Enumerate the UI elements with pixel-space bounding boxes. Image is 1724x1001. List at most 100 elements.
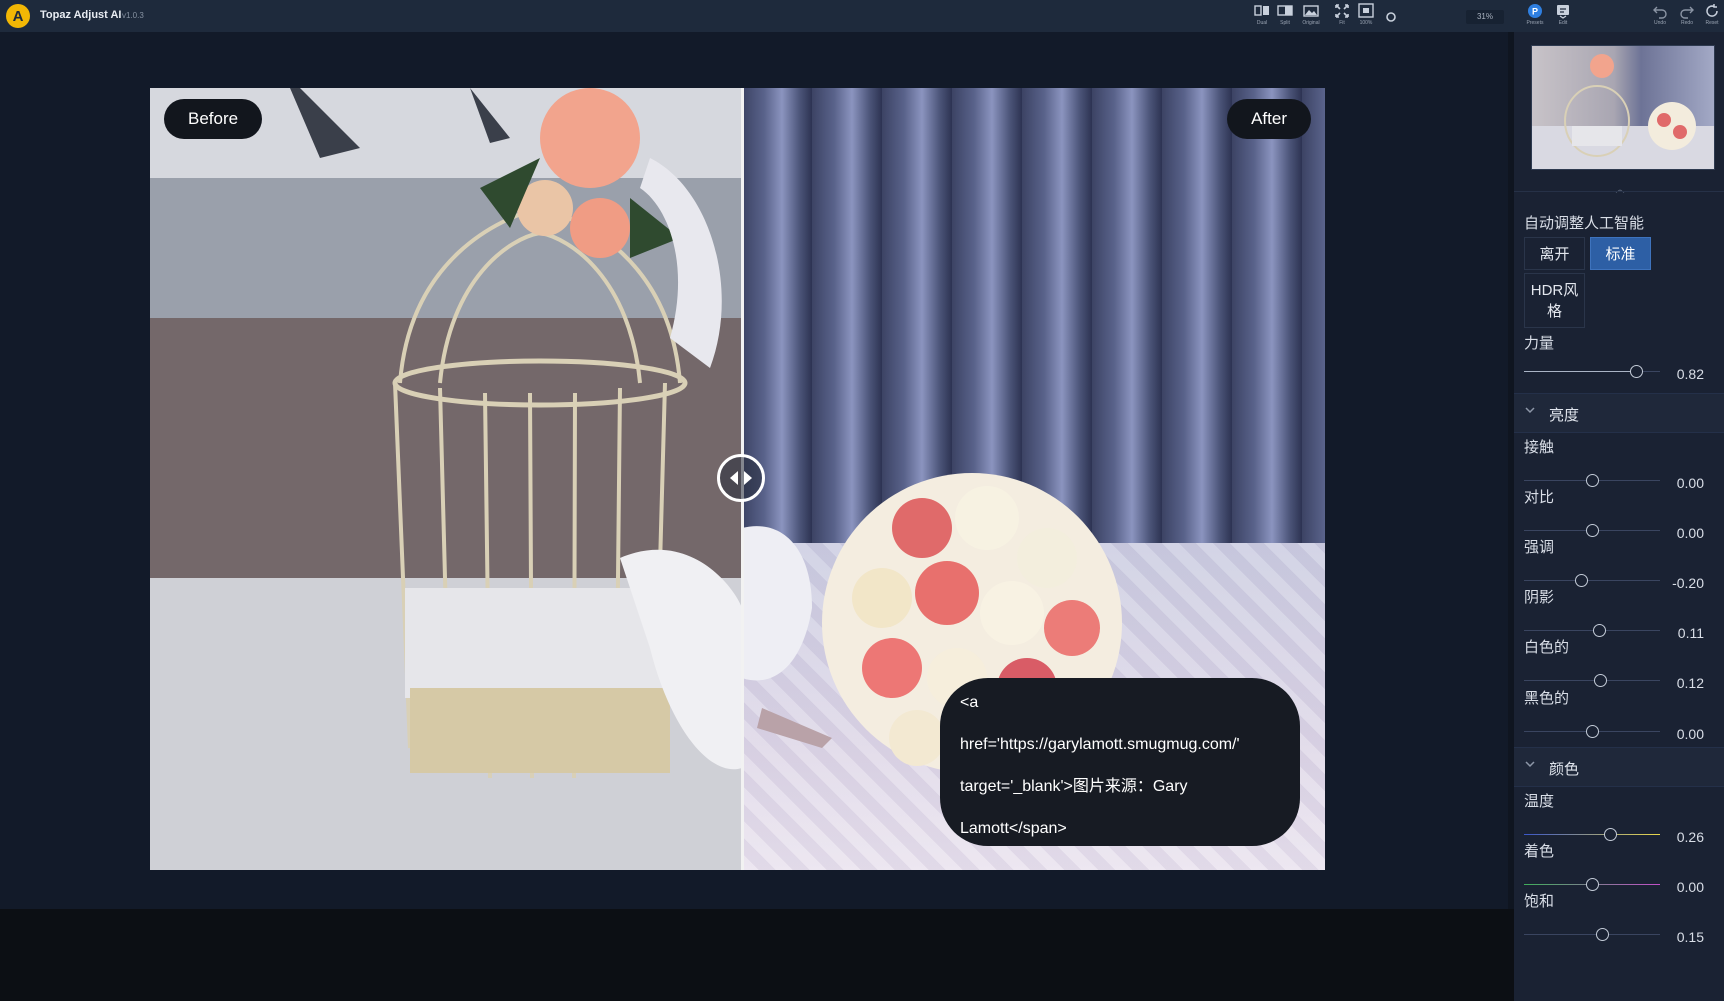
dual-view-label: Dual — [1256, 20, 1268, 26]
topaz-logo-icon: A — [6, 4, 30, 28]
auto-adjust-ai-title: 自动调整人工智能 — [1524, 215, 1645, 232]
redo-button[interactable]: Redo — [1675, 3, 1699, 30]
slider-track[interactable] — [1524, 624, 1660, 637]
undo-label: Undo — [1654, 20, 1666, 26]
reset-icon — [1706, 4, 1718, 17]
reset-button[interactable]: Reset — [1700, 3, 1724, 30]
mode-standard-button[interactable]: 标准 — [1590, 237, 1651, 270]
slider-label: 对比 — [1524, 489, 1555, 506]
slider-thumb[interactable] — [1595, 928, 1609, 941]
split-view-label: Split — [1280, 20, 1290, 26]
chevron-down-icon — [1525, 407, 1535, 414]
slider-track[interactable] — [1524, 674, 1660, 687]
image-credit-tooltip: <a href='https://garylamott.smugmug.com/… — [940, 678, 1300, 846]
split-arrows-icon — [730, 471, 752, 485]
dual-view-button[interactable]: Dual — [1250, 3, 1274, 30]
slider-value[interactable]: 0.12 — [1664, 675, 1704, 692]
slider-value[interactable]: 0.00 — [1664, 475, 1704, 492]
brightness-section-title: 亮度 — [1549, 407, 1580, 424]
original-view-button[interactable]: Original — [1299, 3, 1323, 30]
slider-thumb[interactable] — [1575, 574, 1589, 587]
slider-track[interactable] — [1524, 474, 1660, 487]
slider-label: 接触 — [1524, 439, 1555, 456]
redo-label: Redo — [1681, 20, 1693, 26]
slider-label: 黑色的 — [1524, 690, 1570, 707]
slider-label: 强调 — [1524, 539, 1555, 556]
before-image: Before — [150, 88, 742, 870]
slider-label: 饱和 — [1524, 893, 1555, 910]
presets-icon: P — [1528, 4, 1542, 18]
slider-value[interactable]: 0.26 — [1664, 829, 1704, 846]
slider-value[interactable]: -0.20 — [1664, 575, 1704, 592]
slider-track[interactable] — [1524, 574, 1660, 587]
slider-value[interactable]: 0.15 — [1664, 929, 1704, 946]
slider-track[interactable] — [1524, 524, 1660, 537]
slider-track[interactable] — [1524, 878, 1660, 891]
photo-comparison-view[interactable]: Before After <a href='https://garylamott… — [150, 88, 1325, 870]
svg-text:P: P — [1532, 7, 1538, 17]
zoom-level[interactable]: 31% — [1466, 10, 1504, 24]
app-version: v1.0.3 — [122, 11, 144, 20]
color-section-title: 颜色 — [1549, 761, 1580, 778]
slider-thumb[interactable] — [1586, 725, 1599, 738]
circle-icon — [1386, 12, 1396, 22]
split-view-icon — [1277, 5, 1293, 16]
bottom-bar — [0, 909, 1514, 1001]
strength-value[interactable]: 0.82 — [1664, 366, 1704, 383]
navigator-thumbnail[interactable] — [1531, 45, 1715, 170]
slider-thumb[interactable] — [1603, 828, 1617, 841]
slider-label: 白色的 — [1524, 639, 1570, 656]
slider-thumb[interactable] — [1586, 524, 1599, 537]
reset-label: Reset — [1705, 20, 1719, 26]
actual-size-label: 100% — [1359, 20, 1373, 26]
slider-value[interactable]: 0.00 — [1664, 525, 1704, 542]
strength-fill — [1524, 371, 1636, 372]
strength-slider[interactable] — [1524, 365, 1660, 378]
slider-label: 阴影 — [1524, 589, 1555, 606]
mode-off-button[interactable]: 离开 — [1524, 237, 1585, 270]
adjustment-panel: ︿ 自动调整人工智能 离开 标准 HDR风格 力量 0.82 亮度 接触 0.00… — [1514, 32, 1724, 1001]
strength-thumb[interactable] — [1629, 365, 1643, 378]
fit-icon — [1335, 4, 1349, 18]
slider-track[interactable] — [1524, 828, 1660, 841]
undo-button[interactable]: Undo — [1648, 3, 1672, 30]
edit-label: Edit — [1558, 20, 1568, 26]
original-view-label: Original — [1302, 20, 1320, 26]
slider-value[interactable]: 0.11 — [1664, 625, 1704, 642]
actual-size-button[interactable]: 100% — [1354, 3, 1378, 30]
fit-button[interactable]: Fit — [1330, 3, 1354, 30]
color-section-header[interactable]: 颜色 — [1514, 747, 1724, 787]
before-label: Before — [164, 99, 263, 139]
slider-value[interactable]: 0.00 — [1664, 726, 1704, 743]
strength-label: 力量 — [1524, 335, 1555, 352]
undo-icon — [1653, 6, 1667, 19]
edit-button[interactable]: Edit — [1551, 3, 1575, 30]
after-image: After <a href='https://garylamott.smugmu… — [742, 88, 1325, 870]
slider-track[interactable] — [1524, 725, 1660, 738]
dual-view-icon — [1254, 5, 1269, 16]
presets-button[interactable]: P Presets — [1523, 3, 1547, 30]
redo-icon — [1680, 6, 1694, 19]
fit-label: Fit — [1339, 20, 1345, 26]
slider-thumb[interactable] — [1586, 878, 1599, 891]
after-label: After — [1227, 99, 1311, 139]
slider-value[interactable]: 0.00 — [1664, 879, 1704, 896]
actual-size-icon — [1358, 3, 1374, 18]
slider-thumb[interactable] — [1586, 474, 1599, 487]
before-photo-illustration — [150, 88, 742, 870]
slider-thumb[interactable] — [1594, 674, 1608, 687]
original-view-icon — [1303, 5, 1319, 17]
thumbnail-image — [1532, 54, 1714, 169]
slider-label: 着色 — [1524, 843, 1555, 860]
slider-track[interactable] — [1524, 928, 1660, 941]
slider-label: 温度 — [1524, 793, 1555, 810]
chevron-down-icon — [1525, 761, 1535, 768]
slider-thumb[interactable] — [1592, 624, 1606, 637]
edit-icon — [1557, 5, 1569, 19]
mode-hdr-button[interactable]: HDR风格 — [1524, 273, 1585, 328]
title-bar: A Topaz Adjust AI v1.0.3 Dual Split Orig… — [0, 0, 1724, 32]
split-view-button[interactable]: Split — [1273, 3, 1297, 30]
panel-separator — [1514, 191, 1724, 192]
brightness-section-header[interactable]: 亮度 — [1514, 393, 1724, 433]
split-handle[interactable] — [717, 454, 765, 502]
